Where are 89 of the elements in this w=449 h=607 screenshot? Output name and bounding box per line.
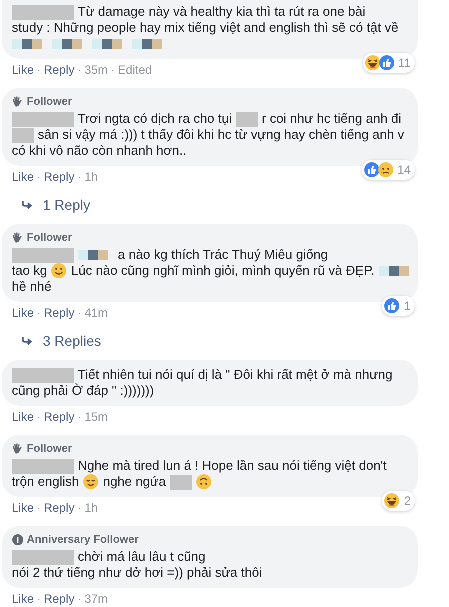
redacted-name: [12, 458, 74, 474]
separator-dot: ·: [78, 169, 82, 185]
separator-dot: ·: [78, 409, 82, 425]
comment-meta: 37m: [84, 591, 108, 607]
action-link[interactable]: Reply: [44, 500, 75, 516]
comment-text: a nào kg thích Trác Thuý Miêu giống: [118, 247, 328, 263]
separator-dot: ·: [37, 169, 42, 185]
thumbs-up-icon: [378, 55, 395, 71]
thumbs-up-icon: [364, 162, 380, 178]
sad-face-icon: [378, 162, 394, 178]
badge-label: Anniversary Follower: [27, 533, 139, 547]
waving-hand-icon: [12, 232, 24, 244]
separator-dot: ·: [37, 591, 42, 607]
separator-dot: ·: [78, 305, 82, 321]
pixelated-block: [12, 39, 42, 49]
separator-dot: ·: [37, 500, 42, 516]
badge-label: Follower: [27, 442, 72, 456]
comment-text: Tiết nhiên tui nói quí dị là " Đôi khi rất mệt ở mà nhưng: [78, 367, 393, 383]
comment-text: r coi như hc tiếng anh đi: [262, 111, 402, 127]
action-link[interactable]: Reply: [44, 169, 75, 185]
separator-dot: ·: [37, 305, 42, 321]
pixelated-block: [378, 266, 409, 276]
comment-meta: 15m: [84, 409, 108, 425]
comment-text: nghe ngứa: [103, 474, 166, 490]
redacted-name: [12, 550, 74, 564]
badge-label: Follower: [27, 231, 72, 245]
comment-text: nói 2 thứ tiếng như dở hơi =)) phải sửa thôi: [12, 565, 262, 581]
comment-text: study : Những people hay mix tiếng việt and english thì sẽ có tật về: [12, 20, 399, 36]
smiling-face-icon: [51, 263, 68, 279]
comment-text: sân si vậy má :))) t thấy đôi khi hc từ vựng hay chèn tiếng anh v: [38, 127, 404, 143]
comment-text: tao kg: [12, 263, 48, 279]
replies-link[interactable]: 1 Reply: [43, 196, 90, 214]
action-link[interactable]: Reply: [44, 305, 75, 321]
comment-text: Nghe mà tired lun á ! Hope lần sau nói tiếng việt don't: [78, 458, 387, 474]
laughing-face-icon: [384, 493, 400, 509]
redacted-name: [12, 112, 74, 126]
action-link[interactable]: Reply: [44, 409, 75, 425]
separator-dot: ·: [37, 409, 42, 425]
waving-hand-icon: [12, 96, 24, 108]
laughing-face-icon: [364, 55, 381, 71]
comment-text: cũng phải Ờ đáp " :))))))): [12, 383, 154, 399]
replies-link[interactable]: 3 Replies: [43, 332, 102, 350]
redacted-name: [12, 248, 74, 262]
separator-dot: ·: [78, 591, 82, 607]
relieved-face-icon: [83, 474, 100, 490]
comment-meta: 1h: [84, 169, 98, 185]
reaction-count: 14: [398, 163, 411, 177]
separator-dot: ·: [37, 62, 42, 78]
comment-meta: 35m: [84, 62, 108, 78]
blurred-block: [236, 112, 258, 126]
comment-text: có khi vô não còn nhanh hơn..: [12, 143, 187, 159]
action-link[interactable]: Reply: [44, 591, 75, 607]
redacted-name: [12, 368, 74, 382]
thumbs-up-icon: [384, 298, 400, 314]
reaction-count: 11: [398, 56, 411, 70]
reaction-count: 2: [404, 494, 411, 508]
separator-dot: ·: [111, 62, 116, 78]
comment-text: trộn english: [12, 474, 80, 490]
blurred-block: [12, 128, 34, 142]
comment-text: Từ damage này và healthy kia thì ta rút ra one bài: [78, 4, 366, 20]
comment-text: hề nhé: [12, 279, 52, 295]
action-link[interactable]: Like: [12, 305, 34, 321]
action-link[interactable]: Like: [12, 169, 34, 185]
comment-meta: 41m: [84, 305, 108, 321]
blurred-block: [170, 474, 192, 490]
pixelated-block: [52, 39, 82, 49]
comment-text: Trơi ngta có dịch ra cho tụi: [78, 111, 232, 127]
pixelated-block: [92, 39, 122, 49]
action-link[interactable]: Like: [12, 409, 34, 425]
redacted-name: [12, 4, 74, 20]
comment-text: Lúc nào cũng nghĩ mình giỏi, mình quyến rũ và ĐẸP.: [71, 263, 375, 279]
action-link[interactable]: Like: [12, 62, 34, 78]
action-link[interactable]: Like: [12, 591, 34, 607]
comment-meta: Edited: [118, 62, 152, 78]
comment-meta: 1h: [84, 500, 98, 516]
reply-arrow-icon: [22, 200, 33, 210]
medal-icon: [12, 534, 24, 546]
comment-text: chời má lâu lâu t cũng: [78, 549, 206, 565]
action-link[interactable]: Like: [12, 500, 34, 516]
separator-dot: ·: [78, 62, 82, 78]
separator-dot: ·: [78, 500, 82, 516]
reply-arrow-icon: [22, 336, 33, 346]
upside-down-face-icon: [196, 474, 212, 490]
waving-hand-icon: [12, 443, 24, 455]
pixelated-block: [78, 250, 108, 260]
pixelated-block: [132, 39, 162, 49]
action-link[interactable]: Reply: [44, 62, 75, 78]
reaction-count: 1: [404, 299, 411, 313]
badge-label: Follower: [27, 95, 72, 109]
